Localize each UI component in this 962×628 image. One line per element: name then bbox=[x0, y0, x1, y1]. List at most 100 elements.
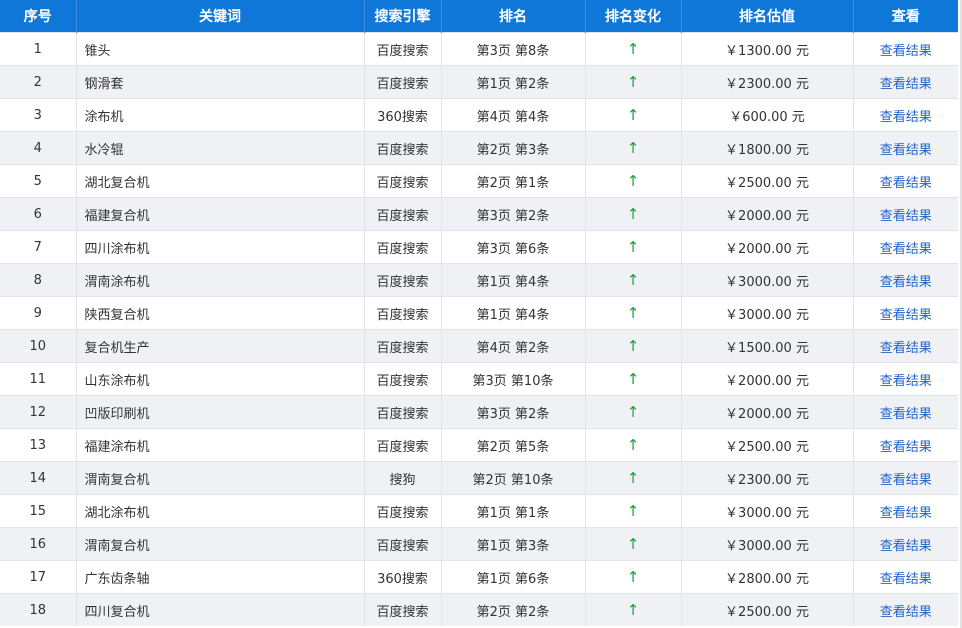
rank-up-arrow-icon: ↑ bbox=[585, 560, 682, 594]
table-row: 15 湖北涂布机 百度搜索 第1页 第1条 ↑ ￥3000.00 元 查看结果 bbox=[0, 494, 958, 528]
rank-up-arrow-icon: ↑ bbox=[585, 263, 682, 297]
cell-rank: 第3页 第10条 bbox=[441, 362, 586, 396]
cell-engine: 百度搜索 bbox=[364, 263, 442, 297]
cell-engine: 百度搜索 bbox=[364, 65, 442, 99]
cell-keyword: 锥头 bbox=[76, 32, 365, 66]
cell-index: 4 bbox=[0, 131, 77, 165]
view-result-link[interactable]: 查看结果 bbox=[880, 506, 932, 521]
cell-view: 查看结果 bbox=[853, 461, 958, 495]
cell-engine: 百度搜索 bbox=[364, 395, 442, 429]
view-result-link[interactable]: 查看结果 bbox=[880, 77, 932, 92]
cell-view: 查看结果 bbox=[853, 230, 958, 264]
table-row: 11 山东涂布机 百度搜索 第3页 第10条 ↑ ￥2000.00 元 查看结果 bbox=[0, 362, 958, 396]
cell-rank-value: ￥600.00 元 bbox=[681, 98, 854, 132]
keyword-ranking-table: 序号 关键词 搜索引擎 排名 排名变化 排名估值 查看 1 锥头 百度搜索 第3页 第… bbox=[0, 0, 958, 626]
view-result-link[interactable]: 查看结果 bbox=[880, 242, 932, 257]
view-result-link[interactable]: 查看结果 bbox=[880, 572, 932, 587]
table-row: 9 陕西复合机 百度搜索 第1页 第4条 ↑ ￥3000.00 元 查看结果 bbox=[0, 296, 958, 330]
cell-rank: 第3页 第2条 bbox=[441, 395, 586, 429]
cell-keyword: 钢滑套 bbox=[76, 65, 365, 99]
cell-rank-value: ￥1500.00 元 bbox=[681, 329, 854, 363]
cell-keyword: 湖北复合机 bbox=[76, 164, 365, 198]
view-result-link[interactable]: 查看结果 bbox=[880, 110, 932, 125]
header-row: 序号 关键词 搜索引擎 排名 排名变化 排名估值 查看 bbox=[0, 0, 958, 33]
table-row: 10 复合机生产 百度搜索 第4页 第2条 ↑ ￥1500.00 元 查看结果 bbox=[0, 329, 958, 363]
view-result-link[interactable]: 查看结果 bbox=[880, 605, 932, 620]
cell-keyword: 渭南复合机 bbox=[76, 527, 365, 561]
view-result-link[interactable]: 查看结果 bbox=[880, 209, 932, 224]
cell-rank: 第2页 第3条 bbox=[441, 131, 586, 165]
header-keyword: 关键词 bbox=[76, 0, 365, 33]
cell-rank: 第1页 第4条 bbox=[441, 263, 586, 297]
rank-up-arrow-icon: ↑ bbox=[585, 395, 682, 429]
header-view: 查看 bbox=[853, 0, 958, 33]
cell-keyword: 福建复合机 bbox=[76, 197, 365, 231]
cell-rank-value: ￥2500.00 元 bbox=[681, 593, 854, 626]
rank-up-arrow-icon: ↑ bbox=[585, 461, 682, 495]
cell-rank-value: ￥3000.00 元 bbox=[681, 263, 854, 297]
cell-keyword: 福建涂布机 bbox=[76, 428, 365, 462]
rank-up-arrow-icon: ↑ bbox=[585, 197, 682, 231]
cell-keyword: 复合机生产 bbox=[76, 329, 365, 363]
view-result-link[interactable]: 查看结果 bbox=[880, 440, 932, 455]
cell-view: 查看结果 bbox=[853, 296, 958, 330]
cell-index: 17 bbox=[0, 560, 77, 594]
rank-up-arrow-icon: ↑ bbox=[585, 230, 682, 264]
header-index: 序号 bbox=[0, 0, 77, 33]
cell-rank-value: ￥2000.00 元 bbox=[681, 362, 854, 396]
rank-up-arrow-icon: ↑ bbox=[585, 494, 682, 528]
rank-up-arrow-icon: ↑ bbox=[585, 164, 682, 198]
cell-view: 查看结果 bbox=[853, 593, 958, 626]
cell-rank-value: ￥2000.00 元 bbox=[681, 230, 854, 264]
cell-index: 10 bbox=[0, 329, 77, 363]
cell-index: 3 bbox=[0, 98, 77, 132]
cell-index: 11 bbox=[0, 362, 77, 396]
cell-rank: 第1页 第1条 bbox=[441, 494, 586, 528]
cell-index: 13 bbox=[0, 428, 77, 462]
cell-index: 6 bbox=[0, 197, 77, 231]
cell-view: 查看结果 bbox=[853, 362, 958, 396]
cell-view: 查看结果 bbox=[853, 428, 958, 462]
table-row: 3 涂布机 360搜索 第4页 第4条 ↑ ￥600.00 元 查看结果 bbox=[0, 98, 958, 132]
view-result-link[interactable]: 查看结果 bbox=[880, 308, 932, 323]
view-result-link[interactable]: 查看结果 bbox=[880, 473, 932, 488]
cell-keyword: 渭南复合机 bbox=[76, 461, 365, 495]
cell-engine: 百度搜索 bbox=[364, 329, 442, 363]
cell-rank-value: ￥3000.00 元 bbox=[681, 296, 854, 330]
cell-rank: 第1页 第2条 bbox=[441, 65, 586, 99]
view-result-link[interactable]: 查看结果 bbox=[880, 275, 932, 290]
table-row: 18 四川复合机 百度搜索 第2页 第2条 ↑ ￥2500.00 元 查看结果 bbox=[0, 593, 958, 626]
view-result-link[interactable]: 查看结果 bbox=[880, 407, 932, 422]
cell-index: 9 bbox=[0, 296, 77, 330]
cell-view: 查看结果 bbox=[853, 65, 958, 99]
cell-view: 查看结果 bbox=[853, 131, 958, 165]
cell-engine: 百度搜索 bbox=[364, 296, 442, 330]
cell-rank-value: ￥1300.00 元 bbox=[681, 32, 854, 66]
cell-keyword: 四川复合机 bbox=[76, 593, 365, 626]
view-result-link[interactable]: 查看结果 bbox=[880, 44, 932, 59]
view-result-link[interactable]: 查看结果 bbox=[880, 341, 932, 356]
header-rank-change: 排名变化 bbox=[585, 0, 682, 33]
table-row: 2 钢滑套 百度搜索 第1页 第2条 ↑ ￥2300.00 元 查看结果 bbox=[0, 65, 958, 99]
cell-rank-value: ￥2300.00 元 bbox=[681, 65, 854, 99]
cell-engine: 百度搜索 bbox=[364, 494, 442, 528]
cell-view: 查看结果 bbox=[853, 527, 958, 561]
cell-engine: 360搜索 bbox=[364, 98, 442, 132]
rank-up-arrow-icon: ↑ bbox=[585, 296, 682, 330]
cell-rank: 第4页 第4条 bbox=[441, 98, 586, 132]
view-result-link[interactable]: 查看结果 bbox=[880, 374, 932, 389]
rank-up-arrow-icon: ↑ bbox=[585, 428, 682, 462]
table-row: 14 渭南复合机 搜狗 第2页 第10条 ↑ ￥2300.00 元 查看结果 bbox=[0, 461, 958, 495]
cell-index: 1 bbox=[0, 32, 77, 66]
view-result-link[interactable]: 查看结果 bbox=[880, 539, 932, 554]
cell-view: 查看结果 bbox=[853, 263, 958, 297]
view-result-link[interactable]: 查看结果 bbox=[880, 143, 932, 158]
header-rank: 排名 bbox=[441, 0, 586, 33]
cell-keyword: 陕西复合机 bbox=[76, 296, 365, 330]
view-result-link[interactable]: 查看结果 bbox=[880, 176, 932, 191]
header-engine: 搜索引擎 bbox=[364, 0, 442, 33]
rank-up-arrow-icon: ↑ bbox=[585, 32, 682, 66]
rank-up-arrow-icon: ↑ bbox=[585, 131, 682, 165]
cell-view: 查看结果 bbox=[853, 98, 958, 132]
rank-up-arrow-icon: ↑ bbox=[585, 329, 682, 363]
